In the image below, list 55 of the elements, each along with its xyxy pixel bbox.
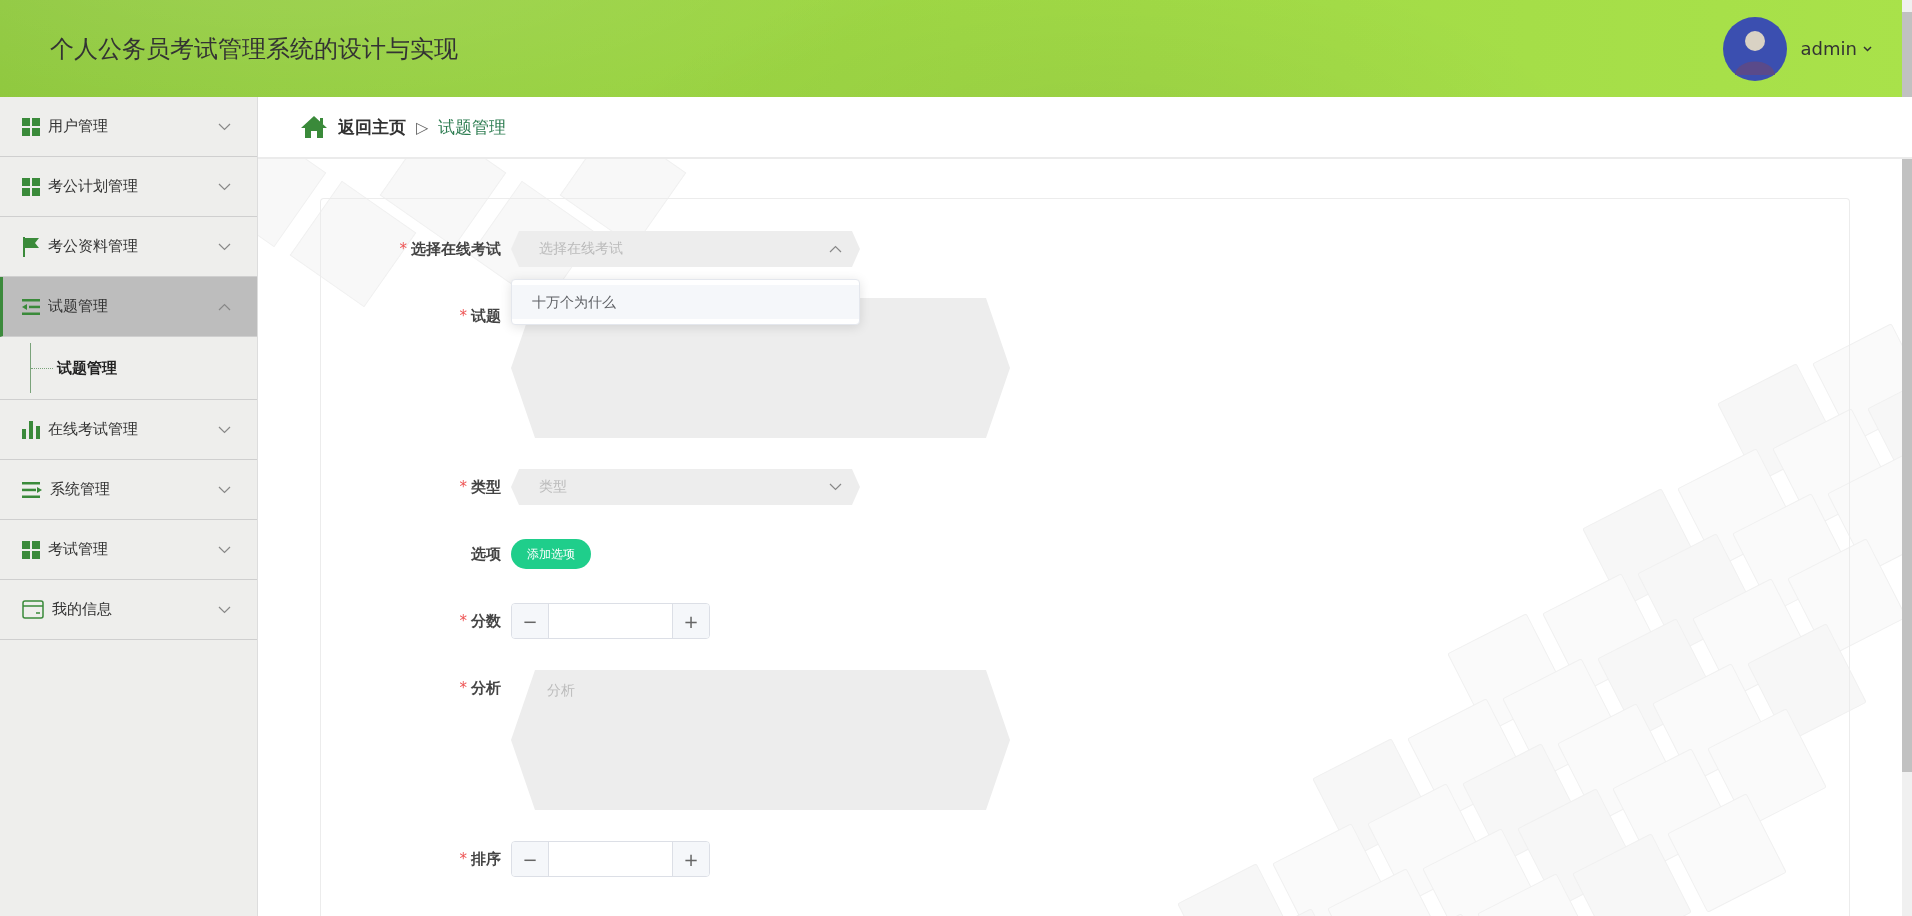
required-mark: *	[399, 240, 407, 258]
sidebar-item[interactable]: 考试管理	[0, 520, 257, 580]
dropdown-option[interactable]: 十万个为什么	[512, 285, 859, 319]
sidebar-subitem[interactable]: 试题管理	[30, 343, 257, 393]
field-label: 分数	[471, 612, 501, 630]
flag-icon	[22, 236, 40, 257]
grid-icon	[22, 540, 40, 559]
grid-icon	[22, 117, 40, 136]
sidebar-item[interactable]: 考公计划管理	[0, 157, 257, 217]
home-icon[interactable]	[300, 115, 328, 139]
caret-icon	[1863, 45, 1872, 52]
chevron-icon	[218, 485, 231, 494]
indent-list-icon	[22, 298, 40, 315]
home-link[interactable]: 返回主页	[338, 115, 406, 139]
required-mark: *	[459, 679, 467, 697]
field-label: 选择在线考试	[411, 240, 501, 258]
grid-icon	[22, 177, 40, 196]
chevron-icon	[218, 242, 231, 251]
increment-button[interactable]: +	[673, 842, 709, 876]
sidebar-item[interactable]: 用户管理	[0, 97, 257, 157]
chevron-icon	[218, 302, 231, 311]
field-label: 试题	[471, 307, 501, 325]
sidebar-item[interactable]: 我的信息	[0, 580, 257, 640]
user-menu[interactable]: admin	[1800, 38, 1872, 59]
scrollbar[interactable]	[1902, 0, 1912, 916]
breadcrumb-separator: ▷	[416, 117, 429, 137]
field-label: 选项	[471, 545, 501, 563]
chevron-icon	[218, 122, 231, 131]
user-avatar[interactable]	[1722, 16, 1787, 81]
number-field[interactable]: − +	[511, 841, 710, 877]
decrement-button[interactable]: −	[512, 842, 548, 876]
chevron-icon	[829, 245, 842, 253]
app-title: 个人公务员考试管理系统的设计与实现	[50, 33, 458, 65]
number-field[interactable]: − +	[511, 603, 710, 639]
breadcrumb-current: 试题管理	[438, 115, 507, 139]
card-icon	[22, 600, 44, 619]
required-mark: *	[459, 612, 467, 630]
required-mark: *	[459, 478, 467, 496]
decrement-button[interactable]: −	[512, 604, 548, 638]
field-label: 排序	[471, 850, 501, 868]
sidebar-item[interactable]: 试题管理	[0, 277, 257, 337]
sidebar-item[interactable]: 系统管理	[0, 460, 257, 520]
required-mark: *	[459, 307, 467, 325]
chevron-icon	[829, 483, 842, 491]
field-label: 分析	[471, 679, 501, 697]
list-icon	[22, 481, 42, 498]
required-mark: *	[459, 850, 467, 868]
chevron-icon	[218, 182, 231, 191]
bar-chart-icon	[22, 420, 40, 439]
chevron-icon	[218, 545, 231, 554]
sidebar-item[interactable]: 在线考试管理	[0, 400, 257, 460]
chevron-icon	[218, 605, 231, 614]
increment-button[interactable]: +	[673, 604, 709, 638]
field-label: 类型	[471, 478, 501, 496]
chevron-icon	[218, 425, 231, 434]
